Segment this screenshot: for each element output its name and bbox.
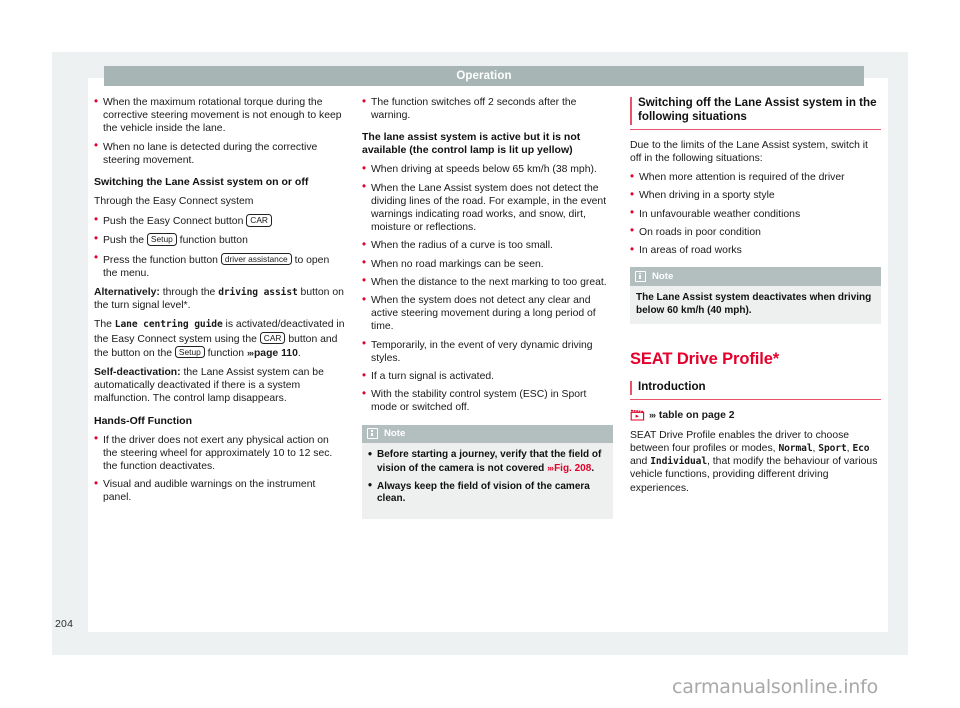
switch-off-situations-list: When more attention is required of the d… <box>630 171 881 257</box>
lane-centring-guide-mono: Lane centring guide <box>114 319 223 331</box>
list-item: If a turn signal is activated. <box>362 370 613 383</box>
list-item: On roads in poor condition <box>630 225 881 239</box>
list-item: The function switches off 2 seconds afte… <box>362 95 613 122</box>
car-button-chip[interactable]: CAR <box>259 331 286 345</box>
note-title: Note <box>384 428 406 440</box>
note-body: Before starting a journey, verify that t… <box>362 443 613 518</box>
setup-button-chip[interactable]: Setup <box>146 233 177 246</box>
list-item: When the distance to the next marking to… <box>362 275 613 289</box>
list-item: When the system does not detect any clea… <box>362 294 613 334</box>
through-easy-connect-text: Through the Easy Connect system <box>94 196 254 208</box>
section-heading-introduction: Introduction <box>630 380 881 400</box>
page-title-drive-profile: SEAT Drive Profile* <box>630 350 780 369</box>
chevron-right-icon: ››› <box>246 347 254 358</box>
mode-normal: Normal <box>778 442 813 454</box>
list-item: With the stability control system (ESC) … <box>362 388 613 414</box>
xref-label: Fig. 208 <box>554 462 592 474</box>
mode-eco: Eco <box>852 442 870 454</box>
lane-centring-paragraph: The Lane centring guide is activated/dea… <box>94 318 345 360</box>
driving-assist-mono: driving assist <box>218 287 298 299</box>
self-deactivation-label: Self-deactivation: <box>94 367 181 379</box>
list-item: In areas of road works <box>630 244 881 257</box>
not-available-conditions-list: When driving at speeds below 65 km/h (38… <box>362 163 613 414</box>
mode-individual: Individual <box>650 456 707 468</box>
list-item: Visual and audible warnings on the instr… <box>94 478 345 504</box>
chevron-right-icon: ››› <box>547 462 554 473</box>
running-header-label: Operation <box>456 70 512 82</box>
step-text-post: function button <box>176 235 248 247</box>
note-title: Note <box>652 270 674 282</box>
self-deactivation-paragraph: Self-deactivation: the Lane Assist syste… <box>94 366 345 406</box>
page-columns: When the maximum rotational torque durin… <box>94 95 884 630</box>
list-item: When the maximum rotational torque durin… <box>94 96 345 136</box>
lane-assist-conditions-list: When the maximum rotational torque durin… <box>94 96 345 167</box>
info-icon <box>367 428 378 440</box>
note-body: The Lane Assist system deactivates when … <box>636 291 872 316</box>
note-header: Note <box>630 267 881 286</box>
lane-centring-mid3: function <box>204 347 247 359</box>
note-box-camera: Note Before starting a journey, verify t… <box>362 424 613 519</box>
table-reference-line[interactable]: ››› table on page 2 <box>630 409 881 422</box>
step-text-pre: Press the function button <box>103 254 221 266</box>
heading-hands-off-function: Hands-Off Function <box>94 414 192 427</box>
car-button-chip[interactable]: CAR <box>246 214 272 227</box>
column-2: The function switches off 2 seconds afte… <box>362 95 613 630</box>
note-bullets-list: Before starting a journey, verify that t… <box>368 449 607 505</box>
list-item: When driving at speeds below 65 km/h (38… <box>362 163 613 176</box>
xref-label: table on page 2 <box>658 409 735 421</box>
lane-centring-pre: The <box>94 319 115 331</box>
sep3: and <box>630 456 651 468</box>
list-item: Before starting a journey, verify that t… <box>368 449 607 475</box>
watermark: carmanualsonline.info <box>672 676 879 698</box>
info-icon <box>635 270 646 282</box>
alternatively-paragraph: Alternatively: through the driving assis… <box>94 286 345 312</box>
note-header: Note <box>362 424 613 444</box>
lane-centring-end: . <box>297 347 301 359</box>
chevron-right-icon: ››› <box>649 409 656 420</box>
xref-label: page 110 <box>253 347 298 359</box>
clapper-board-icon <box>630 409 645 421</box>
step-text-pre: Push the <box>103 235 147 247</box>
function-switches-off-list: The function switches off 2 seconds afte… <box>362 95 613 122</box>
note-box-deactivation: Note The Lane Assist system deactivates … <box>630 267 881 325</box>
hands-off-bullets-list: If the driver does not exert any physica… <box>94 433 345 505</box>
alternatively-label: Alternatively: <box>94 287 160 299</box>
list-item: When no road markings can be seen. <box>362 257 613 271</box>
list-item: When no lane is detected during the corr… <box>94 140 345 167</box>
column-1: When the maximum rotational torque durin… <box>94 96 345 630</box>
running-header: Operation <box>104 66 864 86</box>
page-number: 204 <box>55 618 74 630</box>
section-heading-switching-off: Switching off the Lane Assist system in … <box>630 96 881 130</box>
list-item: When more attention is required of the d… <box>630 171 881 184</box>
alternatively-mid: through the <box>159 287 219 299</box>
list-item: When the Lane Assist system does not det… <box>362 181 613 235</box>
heading-switching-on-off: Switching the Lane Assist system on or o… <box>94 176 309 189</box>
table-cross-reference[interactable]: ››› table on page 2 <box>649 409 735 422</box>
setup-button-chip[interactable]: Setup <box>174 345 205 359</box>
switching-off-intro: Due to the limits of the Lane Assist sys… <box>630 139 868 165</box>
list-item: In unfavourable weather conditions <box>630 207 881 221</box>
heading-active-not-available: The lane assist system is active but it … <box>362 131 581 157</box>
mode-sport: Sport <box>818 442 847 454</box>
list-item: Press the function button driver assista… <box>94 252 345 280</box>
driver-assistance-button-chip[interactable]: driver assistance <box>220 252 292 266</box>
page-cross-reference[interactable]: ›››page 110 <box>247 348 298 359</box>
list-item: When the radius of a curve is too small. <box>362 239 613 252</box>
list-item: Push the Setup function button <box>94 233 345 247</box>
column-3: Switching off the Lane Assist system in … <box>630 96 881 630</box>
list-item: Push the Easy Connect button CAR <box>94 214 345 228</box>
figure-cross-reference[interactable]: ›››Fig. 208 <box>547 463 591 474</box>
step-text-pre: Push the Easy Connect button <box>103 216 247 228</box>
drive-profile-intro-paragraph: SEAT Drive Profile enables the driver to… <box>630 429 881 495</box>
list-item: Temporarily, in the event of very dynami… <box>362 338 613 365</box>
list-item: Always keep the field of vision of the c… <box>368 480 607 506</box>
list-item: If the driver does not exert any physica… <box>94 433 345 474</box>
note-bullet-post: . <box>591 462 595 474</box>
list-item: When driving in a sporty style <box>630 189 881 202</box>
easy-connect-steps-list: Push the Easy Connect button CAR Push th… <box>94 214 345 280</box>
